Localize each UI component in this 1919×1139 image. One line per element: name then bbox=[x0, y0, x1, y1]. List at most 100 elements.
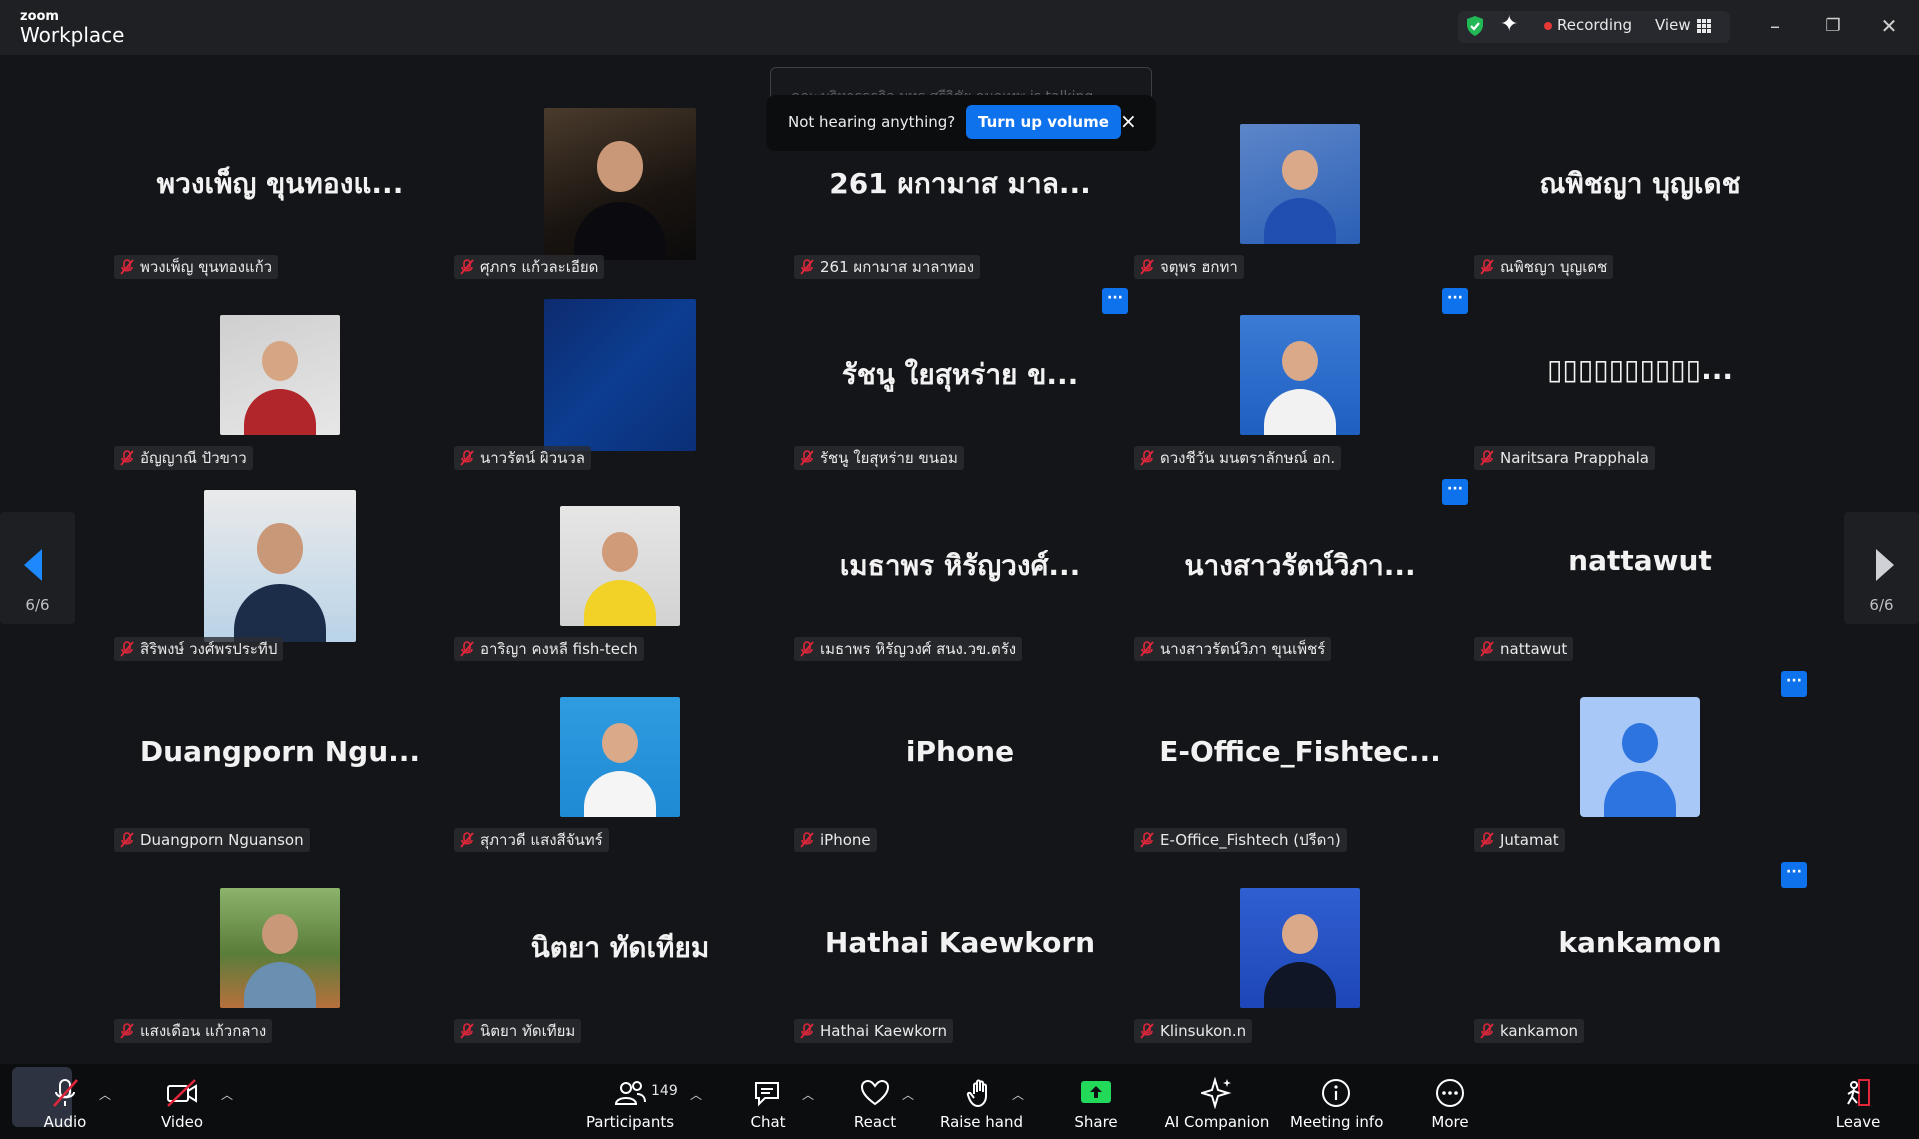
participant-name-text: อาริญา คงหลี fish-tech bbox=[480, 640, 638, 658]
video-options-caret-icon[interactable]: ︿ bbox=[221, 1086, 233, 1103]
mic-muted-icon bbox=[53, 1079, 78, 1107]
participant-tile[interactable]: อัญญาณี ปัวขาว bbox=[110, 281, 450, 471]
participant-display-name: นิตยา ทัดเทียม bbox=[530, 931, 710, 964]
ai-sparkle-icon[interactable]: ✦ bbox=[1500, 14, 1522, 36]
participant-tile[interactable]: สิริพงษ์ วงศ์พรประทีป bbox=[110, 472, 450, 662]
participant-video-thumbnail bbox=[544, 299, 696, 451]
participant-display-name: รัชนู ใยสุหร่าย ข... bbox=[841, 358, 1079, 391]
grid-view-icon[interactable] bbox=[1697, 19, 1711, 33]
restore-button[interactable]: ❐ bbox=[1818, 12, 1848, 40]
meeting-info-button[interactable]: Meeting info bbox=[1290, 1077, 1384, 1131]
participant-tile[interactable]: นางสาวรัตน์วิภา... นางสาวรัตน์วิภา ขุนเพ็… bbox=[1130, 472, 1470, 662]
toast-close-icon[interactable]: × bbox=[1120, 109, 1137, 133]
share-button[interactable]: Share bbox=[1066, 1077, 1126, 1131]
participant-tile[interactable]: พวงเพ็ญ ขุนทองแ... พวงเพ็ญ ขุนทองแก้ว bbox=[110, 90, 450, 280]
participant-name-label: Jutamat bbox=[1474, 828, 1565, 852]
participant-tile[interactable]: ดวงชีวัน มนตราลักษณ์ อก. bbox=[1130, 281, 1470, 471]
chat-caret-icon[interactable]: ︿ bbox=[802, 1086, 814, 1103]
view-button[interactable]: View bbox=[1655, 16, 1691, 34]
react-button[interactable]: React bbox=[845, 1077, 905, 1131]
participant-video-thumbnail bbox=[204, 490, 356, 642]
participant-name-label: นาวรัตน์ ผิวนวล bbox=[454, 446, 591, 470]
participant-tile[interactable]: Jutamat bbox=[1470, 663, 1810, 853]
tile-more-options-button[interactable]: ··· bbox=[1781, 671, 1807, 697]
turn-up-volume-button[interactable]: Turn up volume bbox=[966, 105, 1121, 139]
participant-name-label: 261 ผกามาส มาลาทอง bbox=[794, 255, 981, 279]
raise-hand-label: Raise hand bbox=[940, 1113, 1023, 1131]
participant-name-label: จตุพร ฮกทา bbox=[1134, 255, 1244, 279]
participant-video-thumbnail bbox=[544, 108, 696, 260]
participant-name-label: สุภาวดี แสงสีจันทร์ bbox=[454, 828, 609, 852]
mic-muted-icon bbox=[1480, 641, 1494, 657]
participant-tile[interactable]: แสงเดือน แก้วกลาง bbox=[110, 854, 450, 1044]
recording-indicator[interactable]: Recording bbox=[1557, 16, 1632, 34]
react-caret-icon[interactable]: ︿ bbox=[902, 1086, 914, 1103]
leave-door-icon bbox=[1847, 1079, 1870, 1106]
next-page-button[interactable]: 6/6 bbox=[1844, 512, 1919, 624]
audio-options-caret-icon[interactable]: ︿ bbox=[99, 1086, 111, 1103]
page-indicator-left: 6/6 bbox=[25, 596, 50, 614]
mic-muted-icon bbox=[460, 1023, 474, 1039]
participant-name-text: Duangporn Nguanson bbox=[140, 831, 304, 849]
mic-muted-icon bbox=[1140, 641, 1154, 657]
participant-name-label: สิริพงษ์ วงศ์พรประทีป bbox=[114, 637, 284, 661]
participant-name-label: Hathai Kaewkorn bbox=[794, 1019, 953, 1043]
mic-muted-icon bbox=[120, 450, 134, 466]
meeting-info-label: Meeting info bbox=[1290, 1113, 1384, 1131]
participant-display-name: ณพิชญา บุญเดช bbox=[1539, 167, 1741, 200]
participant-tile[interactable]: เมธาพร หิรัญวงศ์... เมธาพร หิรัญวงศ์ สนง.… bbox=[790, 472, 1130, 662]
participant-tile[interactable]: Hathai Kaewkorn Hathai Kaewkorn bbox=[790, 854, 1130, 1044]
react-label: React bbox=[853, 1113, 897, 1131]
raise-hand-button[interactable]: Raise hand bbox=[940, 1077, 1023, 1131]
participant-video-thumbnail bbox=[1240, 124, 1360, 244]
participant-tile[interactable]: iPhone iPhone bbox=[790, 663, 1130, 853]
chat-button[interactable]: Chat bbox=[738, 1077, 798, 1131]
participant-tile[interactable]: Klinsukon.n bbox=[1130, 854, 1470, 1044]
encryption-shield-icon[interactable] bbox=[1465, 15, 1485, 37]
participant-display-name: Hathai Kaewkorn bbox=[824, 926, 1096, 959]
mic-muted-icon bbox=[460, 641, 474, 657]
participants-caret-icon[interactable]: ︿ bbox=[690, 1086, 702, 1103]
raise-hand-caret-icon[interactable]: ︿ bbox=[1012, 1086, 1024, 1103]
participant-name-label: ดวงชีวัน มนตราลักษณ์ อก. bbox=[1134, 446, 1342, 470]
mic-muted-icon bbox=[1140, 450, 1154, 466]
mic-muted-icon bbox=[800, 450, 814, 466]
close-window-button[interactable]: ✕ bbox=[1874, 12, 1904, 40]
tile-more-options-button[interactable]: ··· bbox=[1781, 862, 1807, 888]
mic-muted-icon bbox=[460, 832, 474, 848]
mic-muted-icon bbox=[120, 641, 134, 657]
audio-button[interactable]: Audio bbox=[30, 1077, 100, 1131]
participant-tile[interactable]: สุภาวดี แสงสีจันทร์ bbox=[450, 663, 790, 853]
participant-tile[interactable]: อาริญา คงหลี fish-tech bbox=[450, 472, 790, 662]
ai-companion-button[interactable]: AI Companion bbox=[1162, 1077, 1272, 1131]
participant-name-label: อัญญาณี ปัวขาว bbox=[114, 446, 253, 470]
leave-button[interactable]: Leave bbox=[1830, 1077, 1886, 1131]
participant-display-name: พวงเพ็ญ ขุนทองแ... bbox=[156, 167, 404, 200]
participant-name-label: นางสาวรัตน์วิภา ขุนเพ็ชร์ bbox=[1134, 637, 1332, 661]
more-button[interactable]: More bbox=[1420, 1077, 1480, 1131]
participant-tile[interactable]: ศุภกร แก้วละเอียด bbox=[450, 90, 790, 280]
participant-tile[interactable]: นาวรัตน์ ผิวนวล bbox=[450, 281, 790, 471]
participant-display-name: iPhone bbox=[905, 735, 1015, 768]
participant-tile[interactable]: ณพิชญา บุญเดช ณพิชญา บุญเดช bbox=[1470, 90, 1810, 280]
tile-more-options-button[interactable]: ··· bbox=[1102, 288, 1128, 314]
participant-tile[interactable]: นิตยา ทัดเทียม นิตยา ทัดเทียม bbox=[450, 854, 790, 1044]
video-button[interactable]: Video bbox=[150, 1077, 214, 1131]
previous-page-button[interactable]: 6/6 bbox=[0, 512, 75, 624]
participant-display-name: nattawut bbox=[1568, 544, 1712, 577]
tile-more-options-button[interactable]: ··· bbox=[1442, 288, 1468, 314]
participant-tile[interactable]: kankamon kankamon bbox=[1470, 854, 1810, 1044]
participant-tile[interactable]: E-Office_Fishtec... E-Office_Fishtech (ปร… bbox=[1130, 663, 1470, 853]
participant-tile[interactable]: nattawut nattawut bbox=[1470, 472, 1810, 662]
minimize-button[interactable]: – bbox=[1760, 12, 1790, 40]
participant-display-name: ▯▯▯▯▯▯▯▯▯▯... bbox=[1547, 353, 1733, 386]
participant-tile[interactable]: ▯▯▯▯▯▯▯▯▯▯... Naritsara Prapphala bbox=[1470, 281, 1810, 471]
participant-tile[interactable]: รัชนู ใยสุหร่าย ข... รัชนู ใยสุหร่าย ขนอม bbox=[790, 281, 1130, 471]
heart-icon bbox=[860, 1079, 890, 1106]
participant-name-text: Naritsara Prapphala bbox=[1500, 449, 1650, 467]
mic-muted-icon bbox=[1140, 259, 1154, 275]
tile-more-options-button[interactable]: ··· bbox=[1442, 479, 1468, 505]
participant-tile[interactable]: Duangporn Ngu... Duangporn Nguanson bbox=[110, 663, 450, 853]
participant-tile[interactable]: จตุพร ฮกทา bbox=[1130, 90, 1470, 280]
participant-name-text: iPhone bbox=[820, 831, 871, 849]
